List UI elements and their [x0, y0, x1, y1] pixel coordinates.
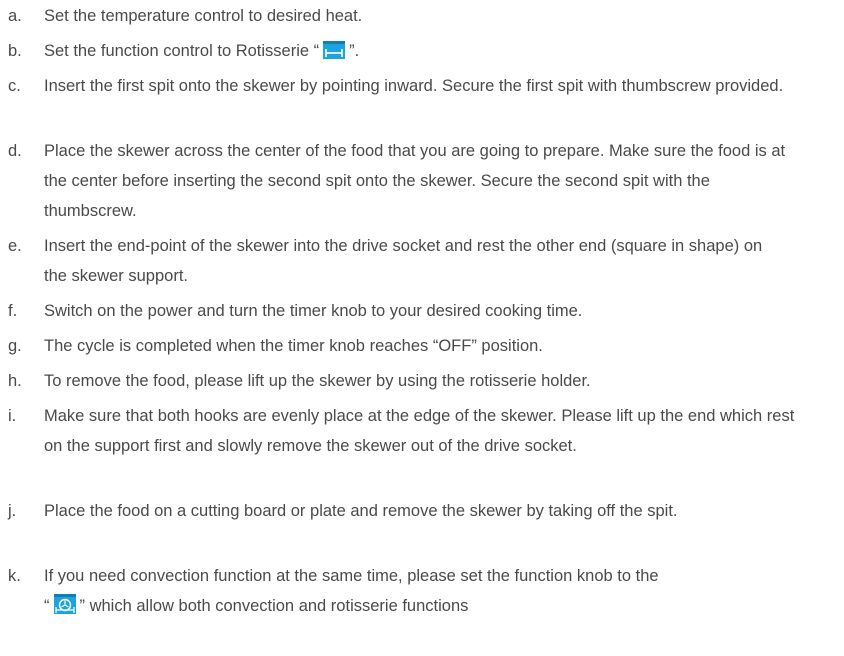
item-text-end: ”.: [349, 42, 360, 60]
item-text-quote: “: [44, 597, 50, 615]
item-letter: d.: [8, 142, 22, 160]
item-letter: h.: [8, 372, 22, 390]
list-item: j. Place the food on a cutting board or …: [8, 496, 798, 526]
list-item: g. The cycle is completed when the timer…: [8, 331, 808, 361]
convection-rotisserie-icon: [53, 594, 76, 614]
item-letter: f.: [8, 302, 18, 320]
list-item: c. Insert the first spit onto the skewer…: [8, 71, 788, 101]
item-text: Make sure that both hooks are evenly pla…: [44, 407, 795, 455]
item-letter: k.: [8, 567, 21, 585]
item-text: Insert the first spit onto the skewer by…: [44, 77, 784, 95]
rotisserie-icon: [323, 41, 346, 59]
list-item: k. If you need convection function at th…: [8, 561, 808, 621]
list-item: a. Set the temperature control to desire…: [8, 1, 788, 31]
item-text: If you need convection function at the s…: [44, 567, 659, 585]
item-letter: c.: [8, 77, 21, 95]
item-letter: j.: [8, 502, 17, 520]
item-letter: b.: [8, 42, 22, 60]
item-text: Place the skewer across the center of th…: [44, 142, 786, 220]
item-text-end: ” which allow both convection and rotiss…: [79, 597, 469, 615]
item-text: Set the function control to Rotisserie “: [44, 42, 320, 60]
list-item: h. To remove the food, please lift up th…: [8, 366, 808, 396]
item-text: Place the food on a cutting board or pla…: [44, 502, 678, 520]
item-text: Insert the end-point of the skewer into …: [44, 237, 763, 285]
item-text: The cycle is completed when the timer kn…: [44, 337, 543, 355]
list-item: f. Switch on the power and turn the time…: [8, 296, 808, 326]
item-text: Set the temperature control to desired h…: [44, 7, 363, 25]
item-letter: i.: [8, 407, 17, 425]
item-letter: e.: [8, 237, 22, 255]
item-letter: g.: [8, 337, 22, 355]
item-text: Switch on the power and turn the timer k…: [44, 302, 583, 320]
item-text: To remove the food, please lift up the s…: [44, 372, 591, 390]
item-letter: a.: [8, 7, 22, 25]
list-item: d. Place the skewer across the center of…: [8, 136, 798, 226]
list-item: e. Insert the end-point of the skewer in…: [8, 231, 788, 291]
list-item: i. Make sure that both hooks are evenly …: [8, 401, 808, 461]
instruction-list: a. Set the temperature control to desire…: [0, 0, 844, 656]
list-item: b. Set the function control to Rotisseri…: [8, 36, 788, 66]
